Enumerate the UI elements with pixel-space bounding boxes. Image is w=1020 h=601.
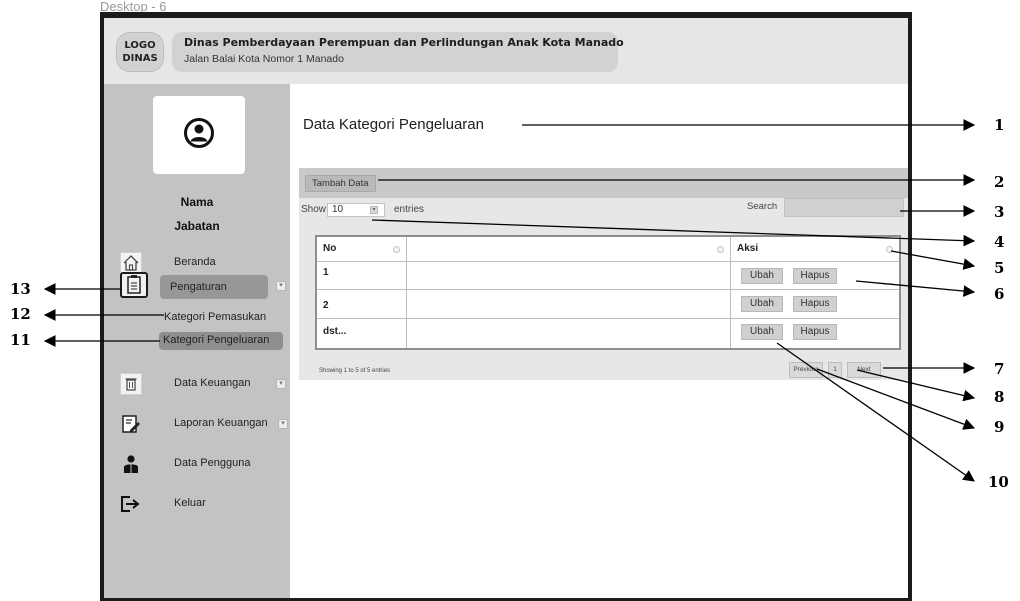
annotation-label-13: 13 — [10, 280, 31, 298]
annotation-arrow-8 — [856, 369, 976, 402]
annotation-label-7: 7 — [994, 360, 1005, 378]
annotation-label-2: 2 — [994, 173, 1005, 191]
annotation-label-6: 6 — [994, 285, 1005, 303]
annotation-arrow-9 — [816, 368, 976, 430]
annotation-arrows — [43, 119, 976, 482]
annotation-label-1: 1 — [994, 116, 1005, 134]
annotation-label-3: 3 — [994, 203, 1005, 221]
annotation-label-12: 12 — [10, 305, 31, 323]
annotation-label-4: 4 — [994, 233, 1005, 251]
annotation-label-10: 10 — [988, 473, 1009, 491]
annotation-arrow-4 — [371, 219, 976, 247]
figure-canvas: Desktop - 6 LOGO DINAS Dinas Pemberdayaa… — [0, 0, 1020, 601]
annotation-label-5: 5 — [994, 259, 1005, 277]
annotation-label-8: 8 — [994, 388, 1005, 406]
annotation-label-11: 11 — [10, 331, 31, 349]
annotation-arrow-10 — [776, 342, 975, 482]
annotation-arrow-5 — [890, 250, 976, 270]
annotation-label-9: 9 — [994, 418, 1005, 436]
annotation-arrow-6 — [855, 280, 976, 297]
